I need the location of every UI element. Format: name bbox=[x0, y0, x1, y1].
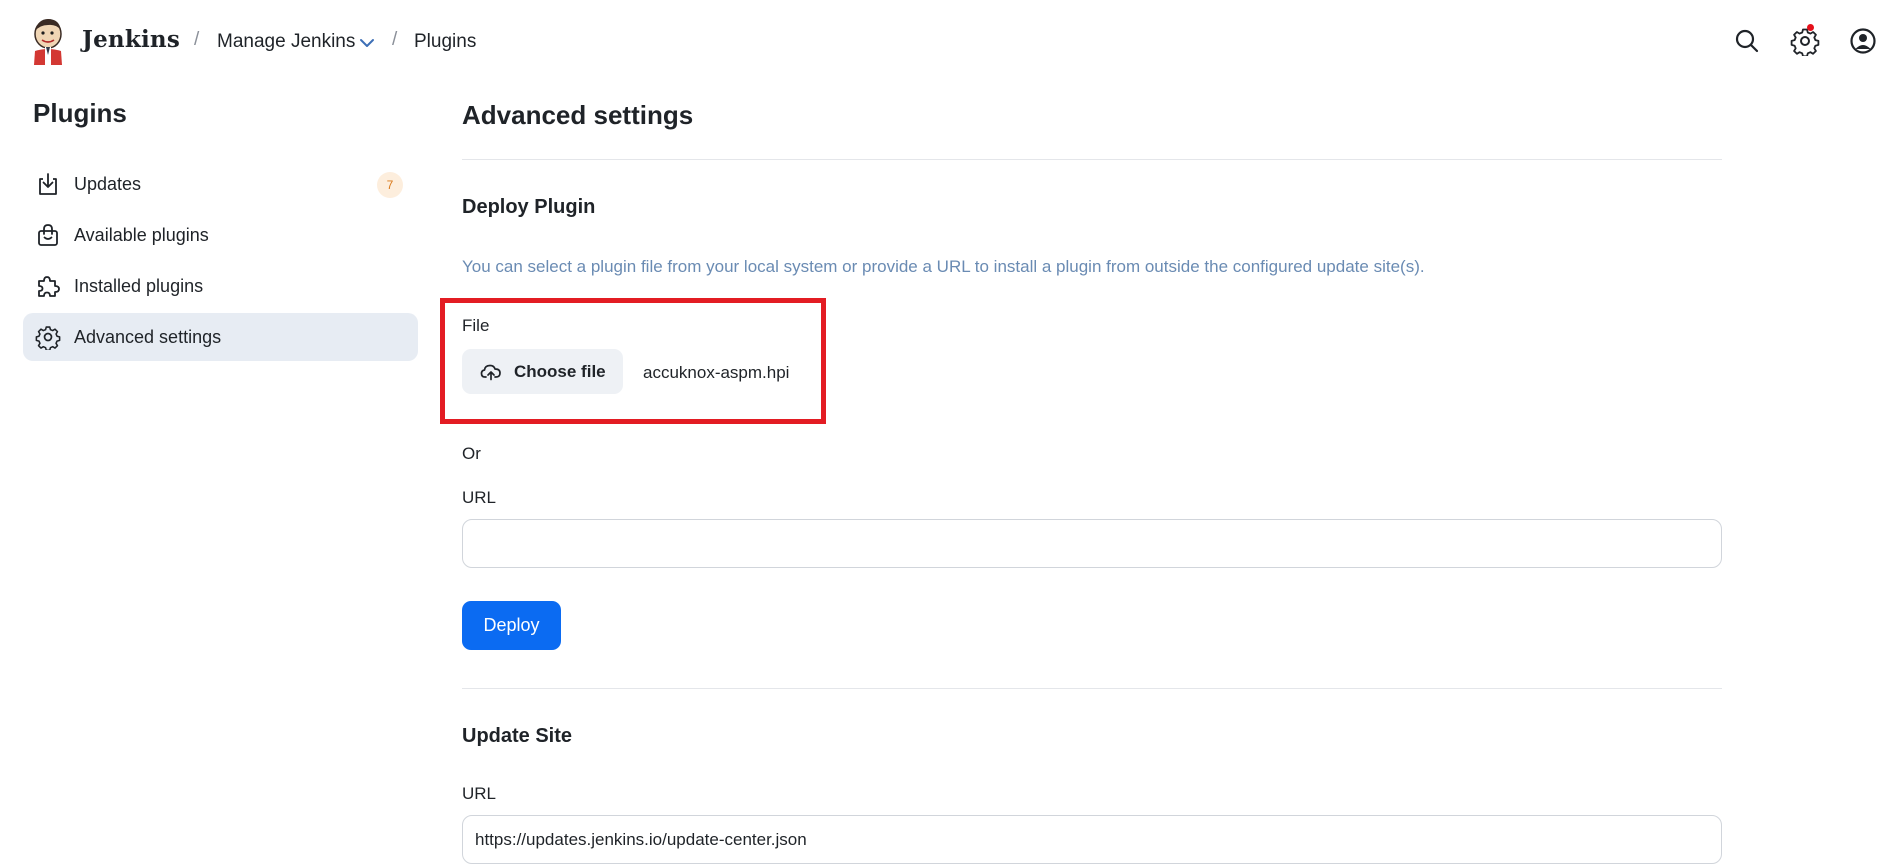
deploy-plugin-heading: Deploy Plugin bbox=[462, 196, 596, 218]
file-label: File bbox=[462, 316, 490, 335]
notification-dot bbox=[1807, 24, 1814, 31]
puzzle-icon bbox=[38, 276, 60, 297]
deploy-url-label: URL bbox=[462, 488, 497, 507]
sidebar-item-installed-plugins[interactable]: Installed plugins bbox=[23, 262, 418, 310]
update-site-url-input[interactable] bbox=[462, 815, 1722, 864]
choose-file-button[interactable]: Choose file bbox=[462, 349, 623, 394]
update-site-url-label: URL bbox=[462, 784, 497, 803]
sidebar-item-advanced-settings[interactable]: Advanced settings bbox=[23, 313, 418, 361]
chevron-down-icon[interactable] bbox=[356, 32, 378, 54]
or-label: Or bbox=[462, 444, 481, 463]
search-icon[interactable] bbox=[1732, 26, 1762, 56]
deploy-button[interactable]: Deploy bbox=[462, 601, 561, 650]
sidebar-item-label: Available plugins bbox=[74, 225, 209, 245]
deploy-plugin-description: You can select a plugin file from your l… bbox=[462, 257, 1425, 276]
divider bbox=[462, 159, 1722, 160]
sidebar-title: Plugins bbox=[33, 98, 127, 128]
update-site-heading: Update Site bbox=[462, 725, 573, 747]
cloud-upload-icon bbox=[480, 364, 501, 381]
deploy-url-input[interactable] bbox=[462, 519, 1722, 568]
jenkins-logo-icon[interactable] bbox=[30, 17, 66, 65]
user-icon[interactable] bbox=[1848, 26, 1878, 56]
gear-icon bbox=[35, 326, 61, 350]
choose-file-label: Choose file bbox=[514, 362, 606, 381]
gear-icon[interactable] bbox=[1790, 26, 1820, 56]
download-icon bbox=[39, 173, 57, 195]
breadcrumb-separator: / bbox=[392, 29, 398, 50]
sidebar-item-available-plugins[interactable]: Available plugins bbox=[23, 211, 418, 259]
updates-count-badge: 7 bbox=[377, 172, 403, 198]
shopping-bag-icon bbox=[38, 224, 58, 246]
sidebar-item-label: Advanced settings bbox=[74, 327, 222, 347]
breadcrumb-manage-jenkins[interactable]: Manage Jenkins bbox=[217, 31, 355, 53]
sidebar-item-label: Updates bbox=[74, 174, 142, 194]
top-bar: Jenkins / Manage Jenkins / Plugins bbox=[0, 0, 1898, 84]
chosen-file-name: accuknox-aspm.hpi bbox=[643, 363, 790, 382]
breadcrumb-plugins[interactable]: Plugins bbox=[414, 31, 476, 53]
sidebar-item-updates[interactable]: Updates 7 bbox=[23, 160, 418, 208]
divider bbox=[462, 688, 1722, 689]
jenkins-brand[interactable]: Jenkins bbox=[82, 26, 180, 53]
sidebar-item-label: Installed plugins bbox=[74, 276, 204, 296]
page-title: Advanced settings bbox=[462, 100, 694, 130]
breadcrumb-separator: / bbox=[194, 29, 200, 50]
